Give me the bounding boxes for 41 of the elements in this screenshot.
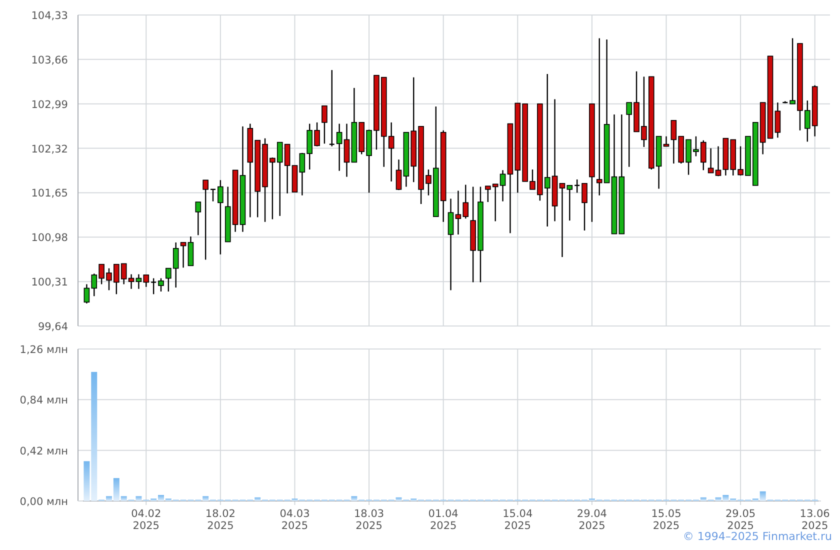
candle [314, 122, 320, 146]
axis-label: 18.03 2025 [354, 508, 384, 530]
candle [686, 139, 692, 175]
candle [574, 179, 580, 193]
candle [151, 278, 156, 294]
axis-label: 29.05 2025 [726, 508, 756, 530]
axis-label: 0,84 млн [20, 394, 68, 407]
candle [106, 268, 112, 290]
candle [790, 38, 796, 104]
axis-label: 100,98 [31, 232, 68, 244]
axis-label: 102,32 [31, 143, 68, 156]
axis-label: 15.05 2025 [651, 508, 682, 530]
axis-label: 29.04 2025 [576, 508, 607, 530]
candle [158, 278, 164, 292]
candle [366, 130, 372, 193]
axis-label: 99,64 [38, 321, 68, 333]
candle [782, 101, 788, 104]
candle [322, 105, 328, 144]
candle [210, 188, 216, 202]
axis-label: 04.03 2025 [280, 508, 310, 530]
candle [530, 170, 536, 190]
axis-label: 101,65 [31, 188, 68, 200]
candle [693, 136, 699, 156]
candle [582, 183, 588, 230]
axis-label: 13.06 2025 [800, 508, 830, 530]
axis-label: 100,31 [31, 276, 68, 289]
candle [426, 170, 432, 196]
axis-label: 104,33 [31, 10, 68, 22]
candle [634, 71, 640, 132]
copyright-link[interactable]: © 1994–2025 Finmarket.ru [682, 530, 832, 550]
candle [745, 136, 751, 176]
axis-label: 1,26 млн [20, 344, 68, 356]
axis-label: 0,42 млн [20, 445, 68, 458]
axis-label: 0,00 млн [20, 496, 68, 508]
axis-label: 01.04 2025 [428, 508, 458, 530]
axis-label: 102,99 [31, 98, 68, 111]
axis-label: 18.02 2025 [205, 508, 236, 530]
axis-label: 103,66 [31, 54, 68, 66]
candle [738, 146, 744, 176]
axis-label: 15.04 2025 [502, 508, 533, 530]
axis-label: 04.02 2025 [131, 508, 162, 530]
